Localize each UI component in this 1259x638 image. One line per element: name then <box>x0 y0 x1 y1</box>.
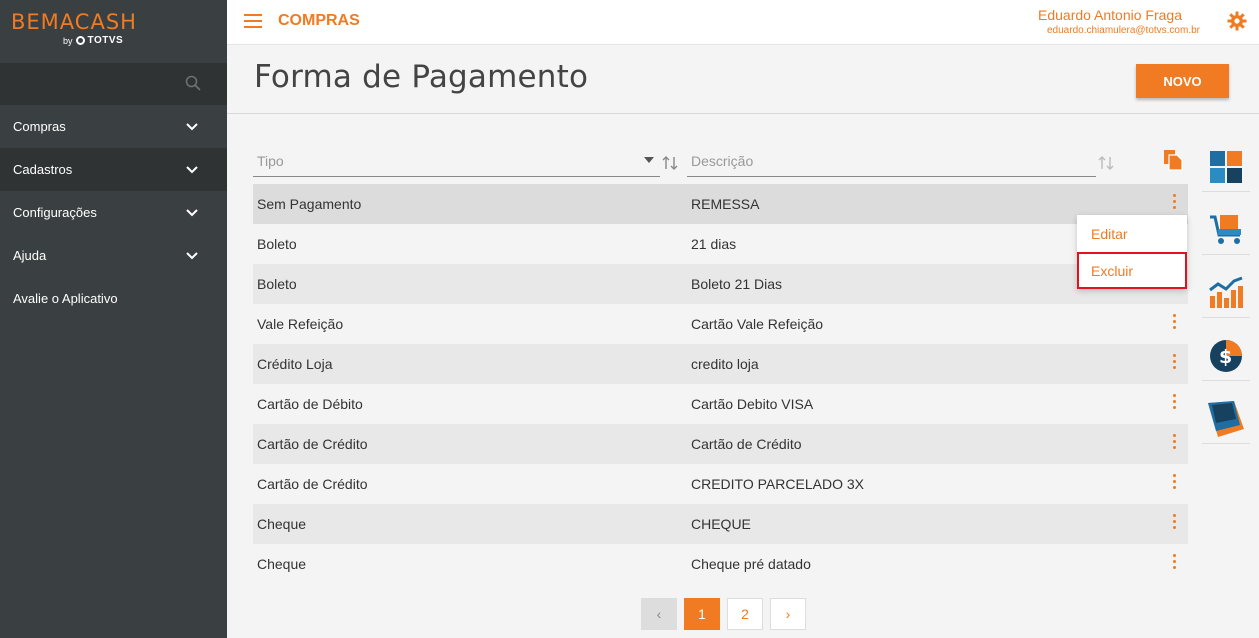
table-row[interactable]: Crédito Loja credito loja <box>253 344 1188 384</box>
user-name[interactable]: Eduardo Antonio Fraga <box>1038 7 1182 23</box>
cart-app-icon[interactable] <box>1202 205 1250 255</box>
finance-app-icon[interactable]: $ <box>1202 331 1250 381</box>
page-title: Forma de Pagamento <box>254 59 589 95</box>
tipo-cell: Boleto <box>257 276 297 292</box>
sort-icon[interactable] <box>661 154 679 172</box>
new-button[interactable]: NOVO <box>1136 64 1229 98</box>
title-bar: Forma de Pagamento NOVO <box>227 45 1259 114</box>
totvs-logo-icon <box>75 36 85 45</box>
table-row[interactable]: Sem Pagamento REMESSA <box>253 184 1188 224</box>
box-app-icon[interactable] <box>1202 394 1250 444</box>
sidebar-item-compras[interactable]: Compras <box>0 105 227 148</box>
descricao-cell: REMESSA <box>691 196 760 212</box>
brand-by-text: by <box>63 35 73 46</box>
app-dock: $ <box>1202 142 1250 457</box>
table-row[interactable]: Cartão de Crédito CREDITO PARCELADO 3X <box>253 464 1188 504</box>
sidebar: BEMACASH by TOTVS Compras Cadastros Conf… <box>0 0 227 638</box>
sidebar-item-label: Cadastros <box>13 162 73 177</box>
tipo-filter-select[interactable]: Tipo <box>253 149 660 177</box>
more-options-icon[interactable] <box>1171 354 1177 372</box>
svg-text:$: $ <box>1219 346 1232 368</box>
tipo-cell: Cartão de Crédito <box>257 436 368 452</box>
chevron-down-icon <box>186 208 198 216</box>
more-options-icon[interactable] <box>1171 514 1177 532</box>
edit-menu-item[interactable]: Editar <box>1077 215 1187 252</box>
prev-page-button[interactable]: ‹ <box>641 598 677 630</box>
sidebar-item-label: Configurações <box>13 205 97 220</box>
table-row[interactable]: Vale Refeição Cartão Vale Refeição <box>253 304 1188 344</box>
descricao-cell: Cartão de Crédito <box>691 436 802 452</box>
gear-icon[interactable] <box>1227 11 1247 31</box>
table-row[interactable]: Cheque Cheque pré datado <box>253 544 1188 584</box>
descricao-cell: Cartão Vale Refeição <box>691 316 824 332</box>
page-button-2[interactable]: 2 <box>727 598 763 630</box>
user-email: eduardo.chiamulera@totvs.com.br <box>1047 25 1200 36</box>
sidebar-search[interactable] <box>0 63 227 105</box>
more-options-icon[interactable] <box>1171 554 1177 572</box>
descricao-cell: CHEQUE <box>691 516 751 532</box>
tipo-cell: Crédito Loja <box>257 356 333 372</box>
chart-app-icon[interactable] <box>1202 268 1250 318</box>
descricao-cell: 21 dias <box>691 236 737 252</box>
caret-down-icon <box>644 157 654 163</box>
table-row[interactable]: Cartão de Débito Cartão Debito VISA <box>253 384 1188 424</box>
descricao-cell: Cheque pré datado <box>691 556 811 572</box>
top-bar: COMPRAS Eduardo Antonio Fraga eduardo.ch… <box>227 0 1259 45</box>
sidebar-item-configuracoes[interactable]: Configurações <box>0 191 227 234</box>
table-row[interactable]: Boleto 21 dias <box>253 224 1188 264</box>
table-row[interactable]: Boleto Boleto 21 Dias <box>253 264 1188 304</box>
search-icon[interactable] <box>185 75 201 91</box>
delete-menu-item[interactable]: Excluir <box>1077 252 1187 289</box>
chevron-down-icon <box>186 165 198 173</box>
table-filters: Tipo Descrição <box>253 140 1188 184</box>
row-context-menu: Editar Excluir <box>1077 215 1187 289</box>
tipo-cell: Sem Pagamento <box>257 196 362 212</box>
section-title: COMPRAS <box>278 12 360 29</box>
page-button-1[interactable]: 1 <box>684 598 720 630</box>
payment-table: Tipo Descrição Sem Pagamento REMESSA Bol… <box>253 140 1188 584</box>
tipo-cell: Cartão de Débito <box>257 396 363 412</box>
descricao-cell: credito loja <box>691 356 759 372</box>
menu-icon[interactable] <box>244 14 262 28</box>
chevron-down-icon <box>186 251 198 259</box>
tipo-filter-placeholder: Tipo <box>257 153 284 169</box>
tipo-cell: Vale Refeição <box>257 316 344 332</box>
sidebar-item-label: Avalie o Aplicativo <box>13 291 118 306</box>
sidebar-item-avalie[interactable]: Avalie o Aplicativo <box>0 277 227 320</box>
more-options-icon[interactable] <box>1171 314 1177 332</box>
descricao-filter-placeholder: Descrição <box>691 153 754 169</box>
sort-icon[interactable] <box>1097 154 1115 172</box>
copy-icon[interactable] <box>1163 149 1183 171</box>
tipo-cell: Boleto <box>257 236 297 252</box>
sidebar-item-ajuda[interactable]: Ajuda <box>0 234 227 277</box>
sidebar-item-label: Ajuda <box>13 248 47 263</box>
brand-name: BEMACASH <box>11 10 137 34</box>
tipo-cell: Cartão de Crédito <box>257 476 368 492</box>
tipo-cell: Cheque <box>257 516 307 532</box>
more-options-icon[interactable] <box>1171 474 1177 492</box>
table-body: Sem Pagamento REMESSA Boleto 21 dias Bol… <box>253 184 1188 584</box>
table-row[interactable]: Cheque CHEQUE <box>253 504 1188 544</box>
more-options-icon[interactable] <box>1171 194 1177 212</box>
brand-partner: TOTVS <box>87 35 124 46</box>
brand-logo[interactable]: BEMACASH by TOTVS <box>0 0 227 63</box>
dashboard-app-icon[interactable] <box>1202 142 1250 192</box>
more-options-icon[interactable] <box>1171 394 1177 412</box>
chevron-down-icon <box>186 122 198 130</box>
more-options-icon[interactable] <box>1171 434 1177 452</box>
sidebar-nav: Compras Cadastros Configurações Ajuda Av… <box>0 105 227 320</box>
descricao-filter-input[interactable]: Descrição <box>687 149 1096 177</box>
sidebar-item-cadastros[interactable]: Cadastros <box>0 148 227 191</box>
descricao-cell: CREDITO PARCELADO 3X <box>691 476 864 492</box>
descricao-cell: Cartão Debito VISA <box>691 396 814 412</box>
brand-byline: by TOTVS <box>63 35 227 46</box>
tipo-cell: Cheque <box>257 556 307 572</box>
pagination: ‹ 1 2 › <box>641 598 806 630</box>
next-page-button[interactable]: › <box>770 598 806 630</box>
descricao-cell: Boleto 21 Dias <box>691 276 783 292</box>
table-row[interactable]: Cartão de Crédito Cartão de Crédito <box>253 424 1188 464</box>
sidebar-item-label: Compras <box>13 119 66 134</box>
